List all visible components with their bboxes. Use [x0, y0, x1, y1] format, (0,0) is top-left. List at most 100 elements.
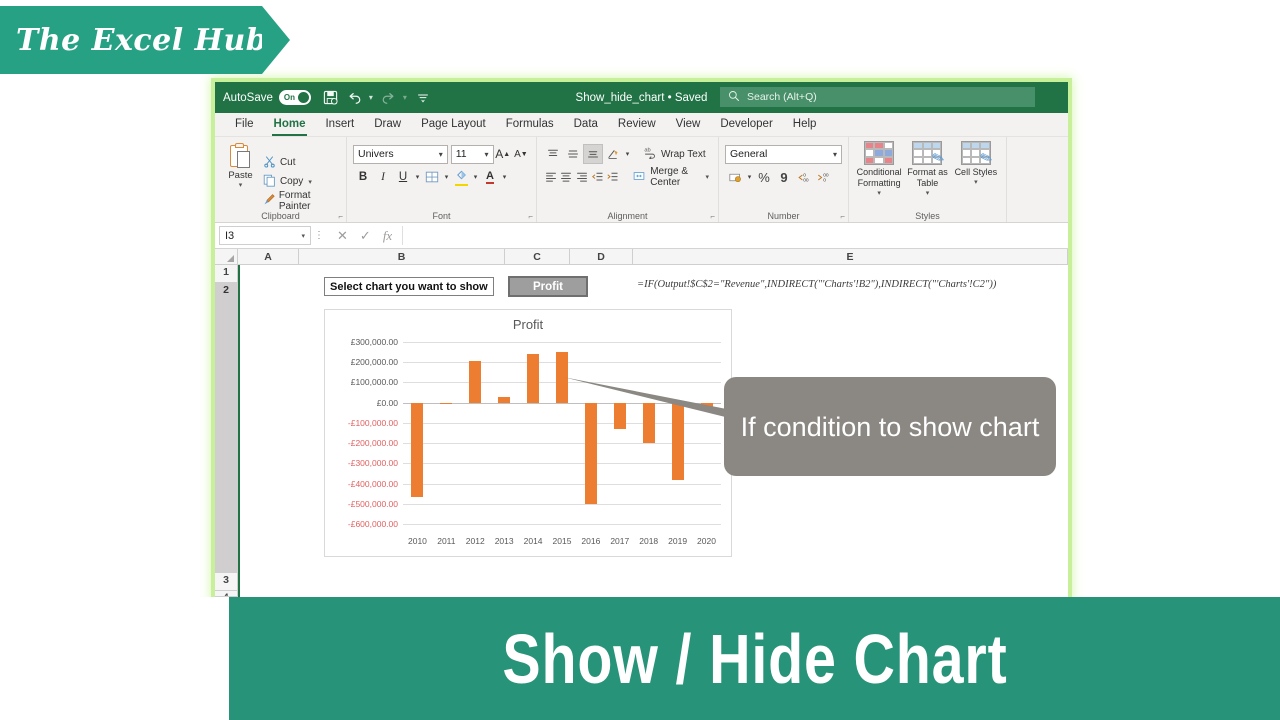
- wrap-text-label: Wrap Text: [661, 148, 706, 160]
- format-as-table-caret-icon[interactable]: ▾: [926, 189, 930, 197]
- align-top-icon[interactable]: [543, 144, 563, 164]
- row-header-1[interactable]: 1: [215, 265, 237, 283]
- accounting-dropdown-caret-icon[interactable]: ▾: [745, 173, 754, 181]
- tab-page-layout[interactable]: Page Layout: [411, 113, 496, 137]
- format-painter-button[interactable]: Format Painter: [262, 190, 340, 212]
- font-color-dropdown-caret-icon[interactable]: ▾: [500, 173, 509, 181]
- select-all-corner[interactable]: [215, 249, 238, 264]
- fill-color-dropdown-caret-icon[interactable]: ▾: [471, 173, 480, 181]
- cell-styles-button[interactable]: ✎ Cell Styles ▾: [952, 141, 1000, 186]
- align-left-icon[interactable]: [543, 167, 559, 187]
- percent-style-button[interactable]: %: [754, 167, 774, 187]
- cell-styles-icon: ✎: [960, 141, 996, 169]
- y-tick-label-minus100000: -£100,000.00: [347, 417, 398, 428]
- chart-title: Profit: [512, 317, 544, 332]
- decrease-indent-icon[interactable]: [590, 167, 606, 187]
- profit-chart[interactable]: Profit £300,000.00 £200,000.00 £100,000.…: [324, 309, 732, 557]
- copy-dropdown-caret-icon[interactable]: ▾: [308, 178, 312, 186]
- x-tick-label-2016: 2016: [581, 536, 601, 546]
- search-placeholder: Search (Alt+Q): [747, 91, 817, 103]
- insert-function-icon[interactable]: fx: [383, 228, 392, 244]
- cancel-icon[interactable]: ✕: [337, 228, 348, 244]
- borders-dropdown-caret-icon[interactable]: ▾: [442, 173, 451, 181]
- increase-indent-icon[interactable]: [606, 167, 622, 187]
- align-center-icon[interactable]: [559, 167, 575, 187]
- autosave-toggle[interactable]: On: [278, 90, 311, 105]
- increase-font-size-icon[interactable]: A ▲: [494, 144, 512, 164]
- column-header-e[interactable]: E: [633, 249, 1068, 264]
- tab-formulas[interactable]: Formulas: [496, 113, 564, 137]
- row-header-2[interactable]: 2: [215, 283, 237, 573]
- y-tick-label-minus200000: -£200,000.00: [347, 438, 398, 449]
- tab-help[interactable]: Help: [783, 113, 827, 137]
- customize-quick-access-icon[interactable]: [413, 88, 433, 108]
- tab-draw[interactable]: Draw: [364, 113, 411, 137]
- merge-cells-icon: [632, 170, 646, 185]
- confirm-icon[interactable]: ✓: [360, 228, 371, 244]
- column-header-b[interactable]: B: [299, 249, 505, 264]
- clipboard-dialog-launcher-icon[interactable]: ⌐: [338, 212, 343, 221]
- increase-decimal-icon[interactable]: 0 00: [794, 167, 814, 187]
- format-as-table-button[interactable]: ✎ Format as Table ▾: [903, 141, 951, 197]
- underline-dropdown-caret-icon[interactable]: ▾: [413, 173, 422, 181]
- merge-center-button[interactable]: Merge & Center ▾: [629, 166, 712, 188]
- comma-style-button[interactable]: 9: [774, 167, 794, 187]
- x-tick-label-2010: 2010: [407, 536, 427, 546]
- undo-icon[interactable]: [345, 88, 365, 108]
- align-right-icon[interactable]: [574, 167, 590, 187]
- autosave-state: On: [283, 93, 295, 102]
- font-name-combo[interactable]: Univers ▾: [353, 144, 448, 164]
- fill-color-icon[interactable]: [451, 167, 471, 187]
- chart-bar-slot: [548, 342, 577, 524]
- tab-developer[interactable]: Developer: [710, 113, 782, 137]
- tab-review[interactable]: Review: [608, 113, 666, 137]
- chart-bar-slot: [634, 342, 663, 524]
- column-header-c[interactable]: C: [505, 249, 570, 264]
- copy-button[interactable]: Copy ▾: [262, 173, 340, 190]
- svg-text:00: 00: [803, 177, 809, 183]
- tab-home[interactable]: Home: [264, 113, 316, 137]
- number-dialog-launcher-icon[interactable]: ⌐: [840, 212, 845, 221]
- align-middle-icon[interactable]: [563, 144, 583, 164]
- paste-button[interactable]: Paste ▾: [221, 141, 260, 222]
- number-format-combo[interactable]: General ▾: [725, 144, 842, 164]
- conditional-formatting-button[interactable]: Conditional Formatting ▾: [855, 141, 903, 197]
- conditional-formatting-caret-icon[interactable]: ▾: [877, 189, 881, 197]
- tab-data[interactable]: Data: [564, 113, 608, 137]
- align-bottom-icon[interactable]: [583, 144, 603, 164]
- borders-icon[interactable]: [422, 167, 442, 187]
- column-header-d[interactable]: D: [570, 249, 633, 264]
- italic-button[interactable]: I: [373, 167, 393, 187]
- merge-dropdown-caret-icon[interactable]: ▾: [705, 173, 709, 181]
- alignment-dialog-launcher-icon[interactable]: ⌐: [710, 212, 715, 221]
- annotation-callout-text: If condition to show chart: [740, 411, 1040, 442]
- tab-insert[interactable]: Insert: [315, 113, 364, 137]
- font-size-combo[interactable]: 11 ▾: [450, 144, 494, 164]
- toggle-knob: [297, 92, 309, 103]
- accounting-format-icon[interactable]: [725, 167, 745, 187]
- bold-button[interactable]: B: [353, 167, 373, 187]
- formula-input[interactable]: [402, 226, 1064, 245]
- font-color-icon[interactable]: A: [480, 167, 500, 187]
- orientation-dropdown-caret-icon[interactable]: ▾: [623, 150, 632, 158]
- decrease-decimal-icon[interactable]: 00 0: [814, 167, 834, 187]
- cut-button[interactable]: Cut: [262, 154, 340, 171]
- save-icon[interactable]: [321, 88, 341, 108]
- undo-dropdown-caret-icon[interactable]: ▾: [369, 93, 373, 102]
- search-box[interactable]: Search (Alt+Q): [720, 87, 1035, 107]
- orientation-icon[interactable]: [603, 144, 623, 164]
- formula-bar-separator: ⋮: [314, 230, 324, 241]
- chart-selector-dropdown[interactable]: Profit: [508, 276, 588, 297]
- wrap-text-button[interactable]: ab Wrap Text: [640, 144, 709, 164]
- decrease-font-size-icon[interactable]: A ▼: [512, 144, 530, 164]
- cell-styles-caret-icon[interactable]: ▾: [974, 178, 978, 186]
- column-headers: A B C D E: [215, 249, 1068, 265]
- tab-view[interactable]: View: [666, 113, 711, 137]
- column-header-a[interactable]: A: [238, 249, 299, 264]
- paste-dropdown-caret-icon[interactable]: ▾: [239, 181, 243, 189]
- underline-button[interactable]: U: [393, 167, 413, 187]
- font-dialog-launcher-icon[interactable]: ⌐: [528, 212, 533, 221]
- row-header-3[interactable]: 3: [215, 573, 237, 591]
- name-box[interactable]: I3 ▾: [219, 226, 311, 245]
- tab-file[interactable]: File: [225, 113, 264, 137]
